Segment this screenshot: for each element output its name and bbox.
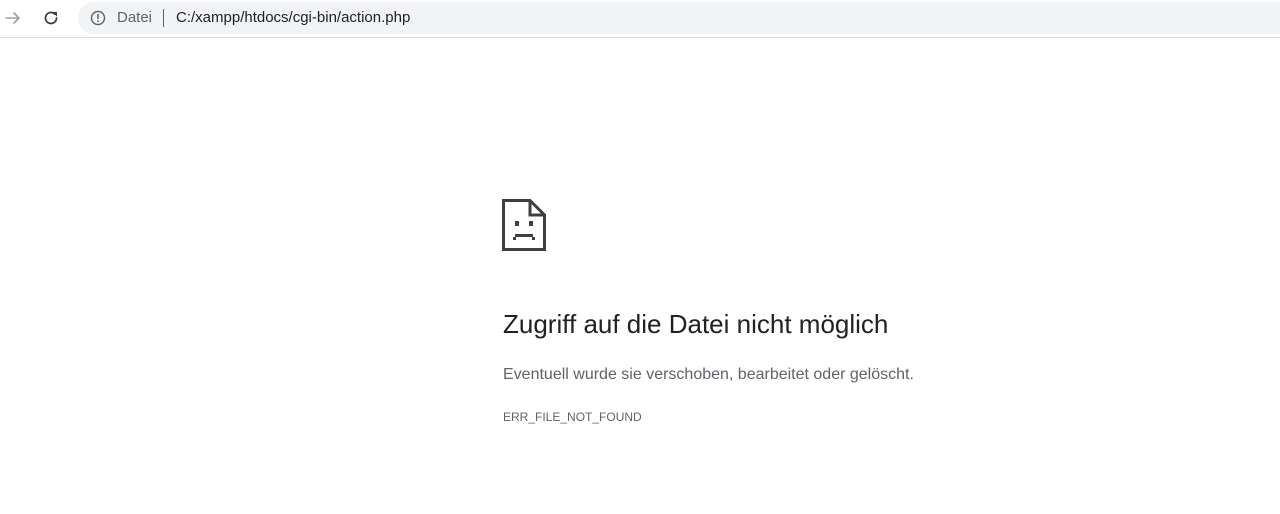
sad-file-icon bbox=[502, 199, 546, 251]
error-title: Zugriff auf die Datei nicht möglich bbox=[503, 309, 889, 339]
origin-label: Datei bbox=[117, 9, 153, 26]
url-text[interactable]: C:/xampp/htdocs/cgi-bin/action.php bbox=[176, 9, 410, 27]
forward-button[interactable] bbox=[0, 5, 26, 31]
arrow-right-icon bbox=[5, 12, 20, 24]
origin-separator bbox=[163, 9, 164, 27]
browser-toolbar: Datei C:/xampp/htdocs/cgi-bin/action.php bbox=[0, 0, 1280, 38]
reload-button[interactable] bbox=[38, 5, 64, 31]
error-code: ERR_FILE_NOT_FOUND bbox=[503, 410, 642, 424]
address-bar[interactable]: Datei C:/xampp/htdocs/cgi-bin/action.php bbox=[78, 2, 1280, 34]
reload-icon bbox=[44, 11, 58, 25]
info-icon[interactable] bbox=[90, 10, 106, 26]
error-description: Eventuell wurde sie verschoben, bearbeit… bbox=[503, 366, 914, 383]
